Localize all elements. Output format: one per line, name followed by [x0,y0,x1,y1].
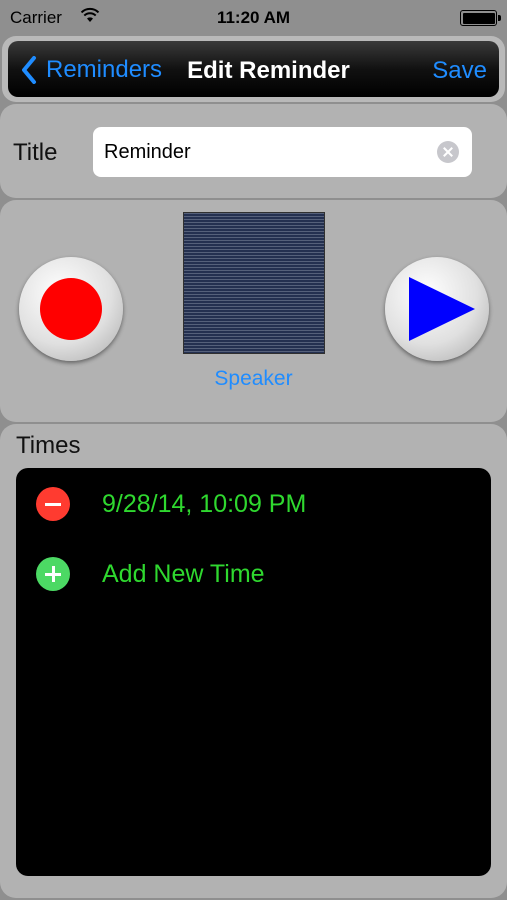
navigation-bar-inner: Reminders Edit Reminder Save [8,41,499,97]
times-label: Times [16,432,81,459]
audio-panel: Speaker [0,200,507,422]
plus-circle-icon[interactable] [36,557,70,591]
times-list[interactable]: 9/28/14, 10:09 PM Add New Time [16,468,491,876]
speaker-button[interactable]: Speaker [0,367,507,391]
status-bar: Carrier 11:20 AM [0,0,507,36]
record-icon [40,278,102,340]
battery-icon [460,10,501,26]
play-icon [409,277,475,341]
save-button[interactable]: Save [432,57,487,85]
speaker-image[interactable] [183,212,325,354]
back-button-label: Reminders [46,56,163,83]
add-new-time-label: Add New Time [102,559,265,588]
clock: 11:20 AM [216,8,291,27]
navigation-bar: Reminders Edit Reminder Save [2,36,505,102]
chevron-left-icon [22,56,36,84]
title-panel: Title [0,104,507,198]
title-label: Title [13,139,58,166]
add-new-time-button[interactable]: Add New Time [16,546,491,602]
list-item[interactable]: 9/28/14, 10:09 PM [16,476,491,532]
back-button[interactable]: Reminders [20,55,162,85]
minus-circle-icon[interactable] [36,487,70,521]
play-button[interactable] [385,257,489,361]
times-panel: Times 9/28/14, 10:09 PM Add New Time [0,424,507,898]
title-input[interactable] [93,127,472,177]
clear-icon[interactable] [437,141,459,163]
time-entry-label: 9/28/14, 10:09 PM [102,489,307,518]
record-button[interactable] [19,257,123,361]
